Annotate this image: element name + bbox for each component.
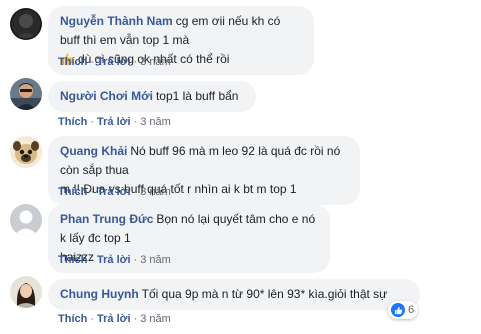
comment-bubble: Chung Huynh Tối qua 9p mà n từ 90* lên 93… [48,279,420,310]
timestamp[interactable]: 3 năm [140,254,171,266]
reply-link[interactable]: Trả lời [97,313,131,325]
timestamp[interactable]: 3 năm [140,56,171,68]
comment-actions: Thích · Trả lời · 3 năm [58,254,171,266]
comment-author[interactable]: Quang Khải [60,144,127,158]
avatar-default-silhouette-icon [10,204,42,236]
like-link[interactable]: Thích [58,116,87,128]
separator: · [133,254,138,266]
avatar[interactable] [10,204,42,236]
like-thumb-icon [391,303,405,317]
avatar-woman-photo-icon [10,276,42,308]
comment-text: Tối qua 9p mà n từ 90* lên 93* kìa.giỏi … [141,287,388,301]
avatar-pug-dog-icon [10,136,42,168]
comment-item: Người Chơi Mới top1 là buff bẩn Thích · Trả… [0,72,481,128]
timestamp[interactable]: 3 năm [140,116,171,128]
timestamp[interactable]: 3 năm [140,313,171,325]
comment-bubble: Người Chơi Mới top1 là buff bẩn [48,81,256,112]
comment-item: Chung Huynh Tối qua 9p mà n từ 90* lên 93… [0,268,481,334]
comment-author[interactable]: Chung Huynh [60,287,139,301]
separator: · [90,56,95,68]
avatar[interactable] [10,276,42,308]
separator: · [133,186,138,198]
reply-link[interactable]: Trả lời [97,116,131,128]
like-link[interactable]: Thích [58,313,87,325]
like-link[interactable]: Thích [58,254,87,266]
reaction-count-badge[interactable]: 6 [388,301,419,319]
comment-author[interactable]: Người Chơi Mới [60,89,153,103]
comment-item: Quang Khải Nó buff 96 mà m leo 92 là quá … [0,132,481,205]
comment-actions: Thích · Trả lời · 3 năm [58,116,171,128]
separator: · [90,313,95,325]
reaction-count: 6 [408,304,415,316]
reply-link[interactable]: Trả lời [97,56,131,68]
like-link[interactable]: Thích [58,56,87,68]
avatar[interactable] [10,78,42,110]
comment-actions: Thích · Trả lời · 3 năm [58,56,171,68]
reply-link[interactable]: Trả lời [97,186,131,198]
like-link[interactable]: Thích [58,186,87,198]
separator: · [133,313,138,325]
separator: · [90,116,95,128]
separator: · [133,56,138,68]
comment-actions: Thích · Trả lời · 3 năm [58,186,171,198]
comment-author[interactable]: Phan Trung Đức [60,212,153,226]
separator: · [90,186,95,198]
avatar[interactable] [10,8,42,40]
comment-author[interactable]: Nguyễn Thành Nam [60,14,173,28]
comment-item: Nguyễn Thành Nam cg em ơii nếu kh có buff… [0,0,481,75]
timestamp[interactable]: 3 năm [140,186,171,198]
reply-link[interactable]: Trả lời [97,254,131,266]
comment-text: top1 là buff bẩn [155,89,239,103]
avatar-sunglasses-man-icon [10,78,42,110]
avatar[interactable] [10,136,42,168]
avatar-dark-circle-icon [10,8,42,40]
comment-actions: Thích · Trả lời · 3 năm [58,313,171,325]
separator: · [133,116,138,128]
separator: · [90,254,95,266]
comment-item: Phan Trung Đức Bọn nó lại quyết tâm cho e… [0,198,481,273]
